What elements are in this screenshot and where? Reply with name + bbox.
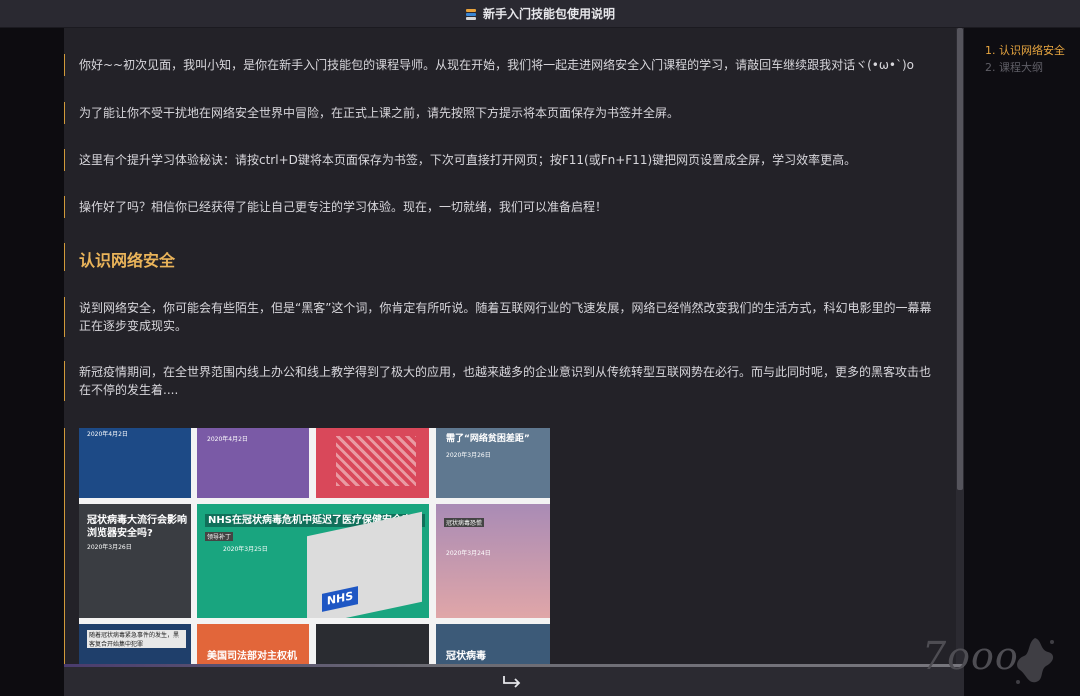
news-tile: 冠状病毒大流行会影响浏览器安全吗? 2020年3月26日 [79,504,191,618]
news-tile: NHS在冠状病毒危机中延迟了医疗保健安全审核 领导补丁 2020年3月25日 N… [197,504,429,618]
message-accent-bar [64,196,65,218]
message-accent-bar [64,361,65,401]
message-accent-bar [64,102,65,124]
chat-panel[interactable]: 你好~~初次见面，我叫小知，是你在新手入门技能包的课程导师。从现在开始，我们将一… [64,28,956,664]
news-tile [316,428,429,498]
news-caption: 冠状病毒恐慌 [444,518,485,527]
news-tile: 冠状病毒恐慌 2020年3月24日 [436,504,550,618]
message-text: 操作好了吗？相信你已经获得了能让自己更专注的学习体验。现在，一切就绪，我们可以准… [79,200,608,214]
news-tile: 美国司法部对主权机 [197,624,309,664]
news-tile: 2020年4月2日 [197,428,309,498]
message-accent-bar [64,149,65,171]
keyboard-illustration [336,436,416,486]
message-accent-bar [64,297,65,337]
news-caption: 冠状病毒 [446,651,486,662]
news-caption: 需了“网络贫困差距” [446,434,530,444]
news-date: 2020年3月25日 [223,546,268,553]
news-date: 2020年4月2日 [207,436,248,443]
message-text: 你好~~初次见面，我叫小知，是你在新手入门技能包的课程导师。从现在开始，我们将一… [79,58,915,72]
watermark-logo: 7ooo [922,634,1019,678]
left-gutter [0,28,64,696]
message-accent-bar [64,243,65,271]
message-text: 新冠疫情期间，在全世界范围内线上办公和线上教学得到了极大的应用，也越来越多的企业… [79,365,932,397]
input-bar[interactable] [64,664,964,696]
news-caption: 冠状病毒大流行会影响浏览器安全吗? [87,515,187,539]
message-text: 为了能让你不受干扰地在网络安全世界中冒险，在正式上课之前，请先按照下方提示将本页… [79,106,680,120]
books-icon [465,8,477,20]
news-date: 2020年3月24日 [446,550,491,557]
toc-item-intro[interactable]: 1. 认识网络安全 [985,42,1080,59]
scrollbar-thumb[interactable] [957,28,963,490]
news-date: 2020年3月26日 [87,544,132,551]
news-caption: 随着冠状病毒紧急事件的发生，黑客复合开始集中犯罪 [87,630,186,648]
message-text: 说到网络安全，你可能会有些陌生，但是“黑客”这个词，你肯定有所听说。随着互联网行… [79,301,932,333]
section-title: 认识网络安全 [79,251,176,270]
message-text: 这里有个提升学习体验秘诀：请按ctrl+D键将本页面保存为书签，下次可直接打开网… [79,153,857,167]
news-tile: 需了“网络贫困差距” 2020年3月26日 [436,428,550,498]
watermark-splash-icon [1016,638,1054,684]
page-title: 新手入门技能包使用说明 [482,7,615,21]
news-tile [316,624,429,664]
message-accent-bar [64,54,65,76]
input-bar-top-border [64,664,964,667]
message-accent-bar [64,428,65,664]
news-tile: 随着冠状病毒紧急事件的发生，黑客复合开始集中犯罪 [79,624,191,664]
news-date: 2020年3月26日 [446,452,491,459]
news-tag: 领导补丁 [205,532,234,541]
title-bar: 新手入门技能包使用说明 [0,0,1080,28]
news-date: 2020年4月2日 [87,431,128,438]
table-of-contents: 1. 认识网络安全 2. 课程大纲 [985,42,1080,76]
news-tile: 冠状病毒 [436,624,550,664]
news-collage-image: 2020年4月2日 2020年4月2日 需了“网络贫困差距” 2020年3月26… [79,428,550,664]
toc-item-syllabus[interactable]: 2. 课程大纲 [985,59,1080,76]
news-tile: 2020年4月2日 [79,428,191,498]
news-caption: 美国司法部对主权机 [207,651,297,662]
enter-arrow-icon[interactable] [501,673,523,689]
